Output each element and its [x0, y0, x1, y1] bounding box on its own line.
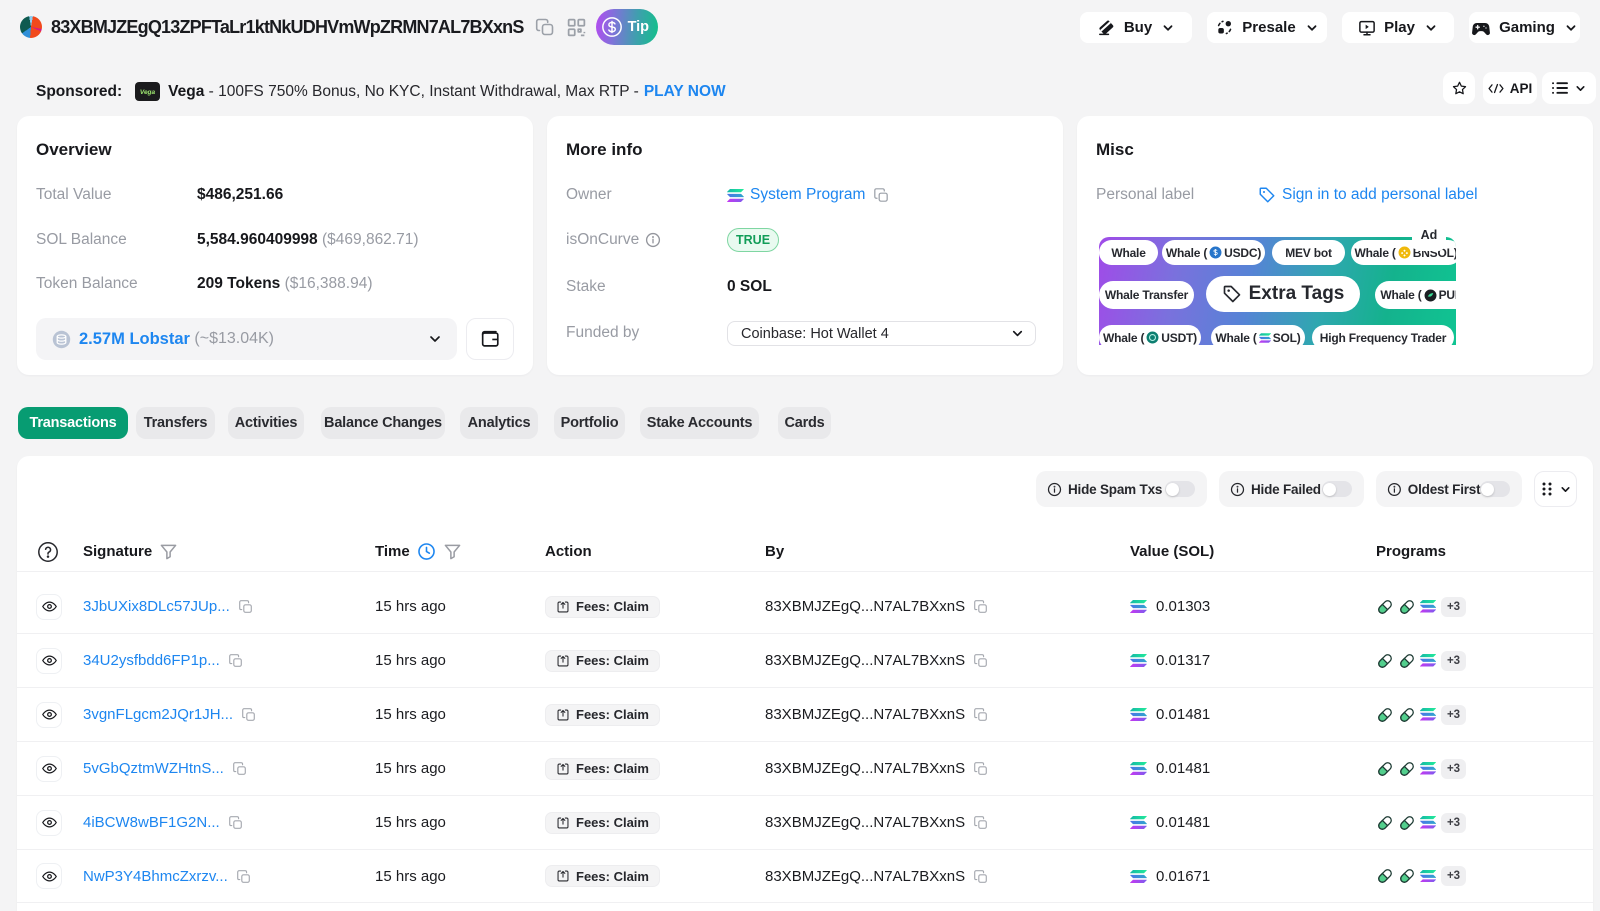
- svg-text:Vega: Vega: [140, 89, 156, 96]
